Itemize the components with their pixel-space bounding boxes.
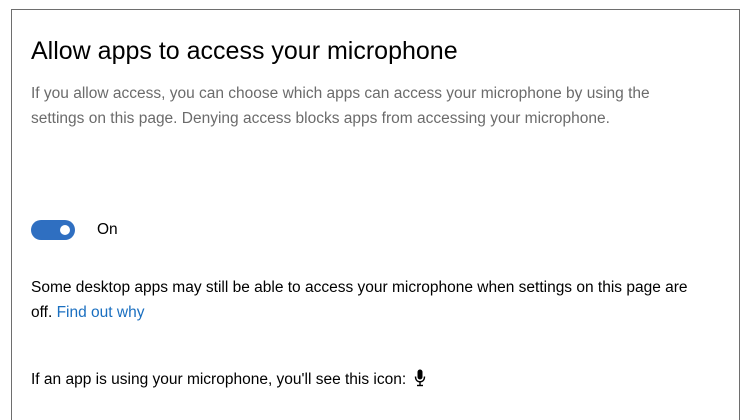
find-out-why-link[interactable]: Find out why xyxy=(57,304,145,321)
microphone-access-toggle[interactable] xyxy=(31,220,75,240)
toggle-state-label: On xyxy=(97,221,118,238)
settings-panel xyxy=(11,9,740,420)
section-title: Allow apps to access your microphone xyxy=(31,37,458,65)
microphone-access-toggle-row: On xyxy=(31,218,118,242)
section-description: If you allow access, you can choose whic… xyxy=(31,85,650,127)
toggle-knob xyxy=(60,225,70,235)
microphone-icon xyxy=(414,369,426,387)
microphone-icon-info-text: If an app is using your microphone, you'… xyxy=(31,371,407,388)
desktop-apps-note: Some desktop apps may still be able to a… xyxy=(31,275,711,325)
microphone-icon-info: If an app is using your microphone, you'… xyxy=(31,367,426,392)
